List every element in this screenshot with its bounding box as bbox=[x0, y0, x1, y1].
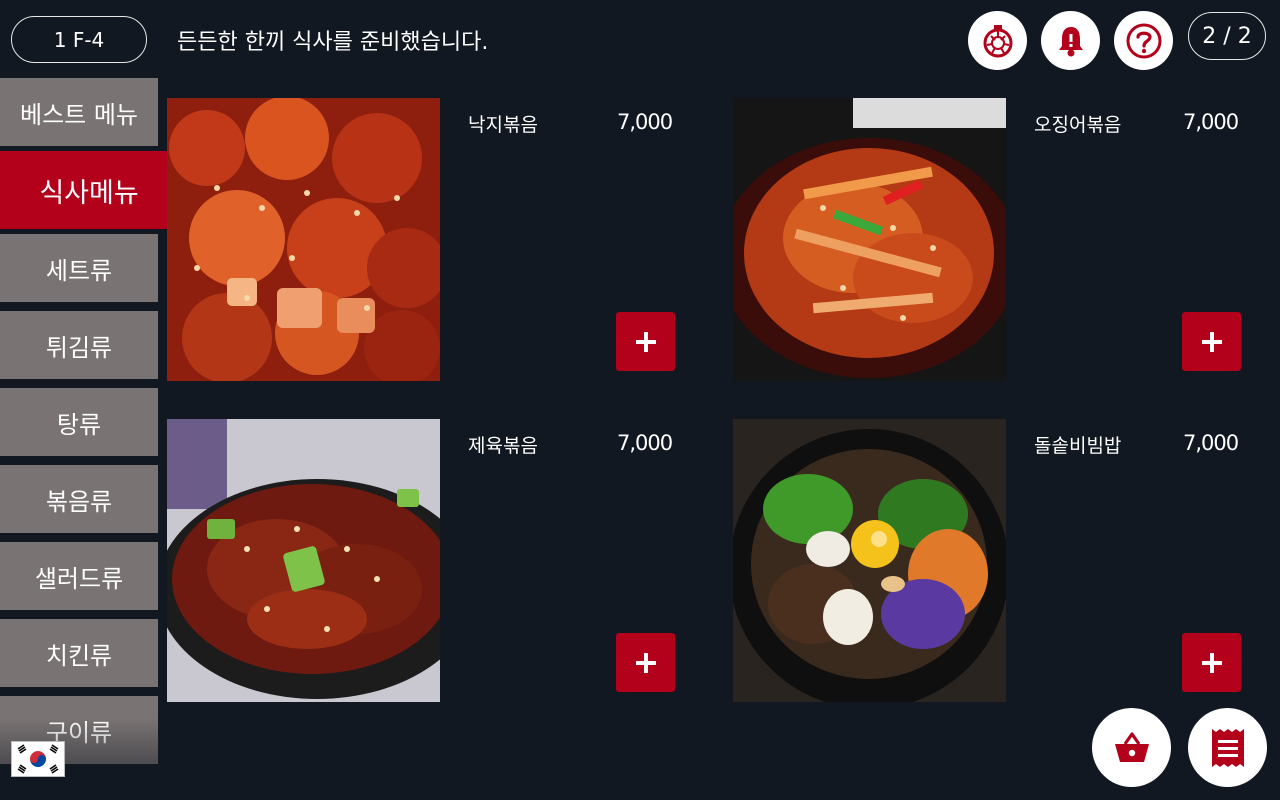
greeting-text: 든든한 한끼 식사를 준비했습니다. bbox=[177, 30, 489, 55]
category-salad[interactable]: 샐러드류 bbox=[0, 542, 158, 610]
menu-photo-squid bbox=[733, 98, 1006, 381]
category-fried[interactable]: 튀김류 bbox=[0, 311, 158, 379]
timer-icon bbox=[983, 24, 1012, 57]
plus-icon bbox=[635, 652, 656, 673]
menu-name: 제육볶음 bbox=[468, 435, 538, 457]
category-set[interactable]: 세트류 bbox=[0, 234, 158, 302]
basket-icon bbox=[1114, 731, 1149, 762]
add-to-cart-button[interactable] bbox=[616, 633, 675, 692]
menu-name: 돌솥비빔밥 bbox=[1034, 435, 1122, 457]
table-number-label: 1 F-4 bbox=[53, 27, 105, 52]
page-indicator: 2 / 2 bbox=[1188, 12, 1266, 60]
category-soup[interactable]: 탕류 bbox=[0, 388, 158, 456]
category-label: 식사메뉴 bbox=[39, 177, 139, 209]
plus-icon bbox=[1201, 652, 1222, 673]
cart-button[interactable] bbox=[1092, 708, 1171, 787]
add-to-cart-button[interactable] bbox=[616, 312, 675, 371]
korea-flag-icon bbox=[12, 742, 64, 776]
menu-price: 7,000 bbox=[1183, 110, 1239, 134]
category-chicken[interactable]: 치킨류 bbox=[0, 619, 158, 687]
menu-name: 낙지볶음 bbox=[468, 114, 538, 136]
category-label: 세트류 bbox=[45, 256, 113, 285]
bell-icon bbox=[1058, 26, 1083, 56]
category-label: 치킨류 bbox=[45, 641, 113, 670]
category-meal[interactable]: 식사메뉴 bbox=[0, 151, 178, 229]
plus-icon bbox=[1201, 331, 1222, 352]
menu-photo-pork bbox=[167, 419, 440, 702]
menu-price: 7,000 bbox=[1183, 431, 1239, 455]
category-best[interactable]: 베스트 메뉴 bbox=[0, 78, 158, 146]
help-icon bbox=[1126, 23, 1161, 58]
language-button[interactable] bbox=[11, 741, 65, 777]
plus-icon bbox=[635, 331, 656, 352]
menu-photo-octopus bbox=[167, 98, 440, 381]
menu-price: 7,000 bbox=[617, 110, 673, 134]
category-label: 베스트 메뉴 bbox=[19, 100, 139, 129]
menu-card[interactable]: 오징어볶음 7,000 bbox=[733, 98, 1243, 381]
menu-price: 7,000 bbox=[617, 431, 673, 455]
receipt-icon bbox=[1211, 728, 1244, 767]
menu-name: 오징어볶음 bbox=[1034, 114, 1122, 136]
add-to-cart-button[interactable] bbox=[1182, 312, 1241, 371]
menu-card[interactable]: 제육볶음 7,000 bbox=[167, 419, 677, 702]
menu-card[interactable]: 돌솥비빔밥 7,000 bbox=[733, 419, 1243, 702]
call-staff-button[interactable] bbox=[1041, 11, 1100, 70]
category-label: 볶음류 bbox=[45, 487, 113, 516]
table-number-pill[interactable]: 1 F-4 bbox=[11, 16, 147, 63]
category-label: 튀김류 bbox=[45, 333, 113, 362]
category-stir-fry[interactable]: 볶음류 bbox=[0, 465, 158, 533]
category-label: 탕류 bbox=[56, 410, 102, 439]
menu-card[interactable]: 낙지볶음 7,000 bbox=[167, 98, 677, 381]
category-sidebar: 베스트 메뉴 식사메뉴 세트류 튀김류 탕류 볶음류 샐러드류 치킨류 구이류 bbox=[0, 78, 180, 800]
menu-photo-bibimbap bbox=[733, 419, 1006, 702]
order-history-button[interactable] bbox=[1188, 708, 1267, 787]
page-indicator-label: 2 / 2 bbox=[1202, 23, 1252, 49]
help-button[interactable] bbox=[1114, 11, 1173, 70]
timer-button[interactable] bbox=[968, 11, 1027, 70]
category-label: 샐러드류 bbox=[34, 564, 124, 593]
add-to-cart-button[interactable] bbox=[1182, 633, 1241, 692]
